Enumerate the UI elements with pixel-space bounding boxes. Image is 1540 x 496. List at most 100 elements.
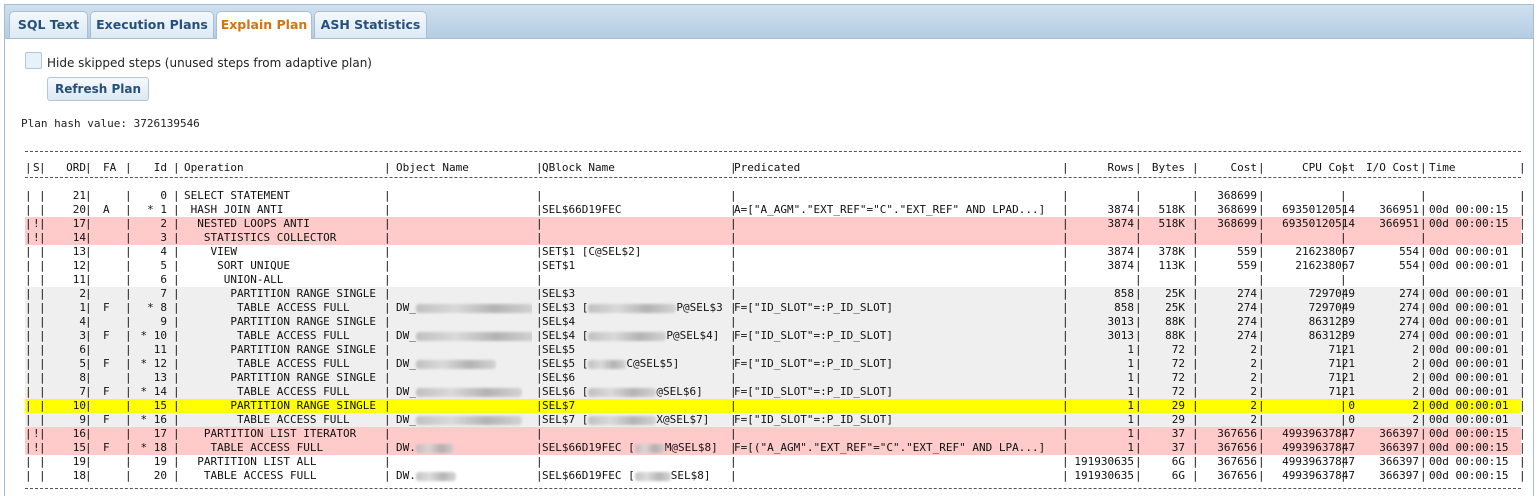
cell-cost: 2 <box>1250 385 1257 398</box>
plan-row[interactable]: | | | | | | | | | | | | | | |! 17 2 NESTED LOOPS ANTI 387… <box>25 217 1526 231</box>
cell-time: 00d 00:00:15 <box>1429 427 1509 440</box>
plan-row[interactable]: | | | | | | | | | | | | | | | 18 20 TABLE ACCESS FULL DW.… <box>25 469 1526 483</box>
cell-time: 00d 00:00:15 <box>1429 469 1509 482</box>
cell-bytes <box>1143 273 1185 287</box>
header-cost: Cost <box>1230 161 1258 174</box>
column-separator: | <box>1258 259 1265 272</box>
cell-time: 00d 00:00:15 <box>1429 217 1509 230</box>
cell-ord: 9 <box>79 413 86 426</box>
cell-operation: STATISTICS COLLECTOR <box>184 231 337 244</box>
cell-s <box>33 301 43 315</box>
plan-row[interactable]: | | | | | | | | | | | | | | | 19 19 PARTITION LIST ALL 19… <box>25 455 1526 469</box>
cell-ord: 5 <box>79 357 86 370</box>
plan-row[interactable]: | | | | | | | | | | | | | | | 9 F * 16 TABLE ACCESS FULL D… <box>25 413 1526 427</box>
cell-fa <box>103 399 121 413</box>
plan-row[interactable]: | | | | | | | | | | | | | | | 12 5 SORT UNIQUE SET$1 3874 1… <box>25 259 1526 273</box>
cell-id: 0 <box>160 189 167 202</box>
cell-id: 17 <box>153 427 167 440</box>
column-separator: | <box>1519 441 1526 454</box>
cell-predicated <box>734 287 1066 301</box>
cell-time: 00d 00:00:15 <box>1429 203 1509 216</box>
cell-ord: 15 <box>72 441 86 454</box>
column-separator: | <box>25 469 32 482</box>
tab-ash-statistics[interactable]: ASH Statistics <box>314 11 427 38</box>
cell-predicated <box>734 245 1066 259</box>
cell-cpu: 49939637847 <box>1282 455 1355 468</box>
cell-rows: 858 <box>1114 301 1134 314</box>
cell-object <box>396 273 532 287</box>
column-separator: | <box>25 315 32 328</box>
cell-id: * 14 <box>140 385 168 398</box>
redacted-mark <box>415 471 456 481</box>
plan-row[interactable]: | | | | | | | | | | | | | | | 7 F * 14 TABLE ACCESS FULL D… <box>25 385 1526 399</box>
plan-row[interactable]: | | | | | | | | | | | | | | | 21 0 SELECT STATEMENT 368699 <box>25 189 1526 203</box>
column-separator: | <box>1258 399 1265 412</box>
cell-object <box>396 259 532 273</box>
column-separator: | <box>1258 301 1265 314</box>
header-qblock: QBlock Name <box>542 161 615 174</box>
refresh-plan-button[interactable]: Refresh Plan <box>47 77 149 101</box>
cell-ord: 7 <box>79 385 86 398</box>
column-separator: | <box>25 371 32 384</box>
plan-row[interactable]: | | | | | | | | | | | | | | | 8 13 PARTITION RANGE SINGL… <box>25 371 1526 385</box>
cell-operation: SORT UNIQUE <box>184 259 290 272</box>
cell-cpu: 216238067 <box>1295 245 1355 258</box>
cell-bytes: 518K <box>1158 217 1186 230</box>
plan-row[interactable]: | | | | | | | | | | | | | | | 10 15 PARTITION RANGE SING… <box>25 399 1526 413</box>
hide-skipped-checkbox[interactable] <box>25 52 42 69</box>
tab-execution-plans[interactable]: Execution Plans <box>90 11 214 38</box>
column-separator: | <box>1135 441 1142 454</box>
cell-fa <box>103 455 121 469</box>
cell-operation: PARTITION RANGE SINGLE <box>184 343 377 356</box>
cell-rows: 3013 <box>1107 315 1135 328</box>
column-separator: | <box>1258 413 1265 426</box>
cell-id: 5 <box>160 259 167 272</box>
column-separator: | <box>1420 329 1427 342</box>
plan-row[interactable]: | | | | | | | | | | | | | | | 4 9 PARTITION RANGE SINGLE… <box>25 315 1526 329</box>
cell-cpu: 7121 <box>1328 357 1356 370</box>
plan-row[interactable]: | | | | | | | | | | | | | | |! 16 17 PARTITION LIST ITER… <box>25 427 1526 441</box>
cell-time: 00d 00:00:01 <box>1429 385 1509 398</box>
cell-bytes: 6G <box>1171 469 1185 482</box>
cell-predicated: F=["ID_SLOT"=:P_ID_SLOT] <box>734 301 893 314</box>
plan-row[interactable]: | | | | | | | | | | | | | | | 20 A * 1 HASH JOIN ANTI SEL$… <box>25 203 1526 217</box>
cell-operation: TABLE ACCESS FULL <box>184 413 350 426</box>
redacted-mark <box>588 331 667 341</box>
plan-row[interactable]: | | | | | | | | | | | | | | | 3 F * 10 TABLE ACCESS FULL D… <box>25 329 1526 343</box>
cell-cpu: 7121 <box>1328 385 1356 398</box>
column-separator: | <box>1258 371 1265 384</box>
cell-ord: 19 <box>72 455 86 468</box>
cell-cpu: 49939637847 <box>1282 441 1355 454</box>
column-separator: | <box>1420 371 1427 384</box>
plan-row[interactable]: | | | | | | | | | | | | | | | 13 4 VIEW SET$1 [C@SEL$2] 38… <box>25 245 1526 259</box>
redacted-mark <box>415 443 454 453</box>
plan-row[interactable]: | | | | | | | | | | | | | | | 6 11 PARTITION RANGE SINGL… <box>25 343 1526 357</box>
cell-cpu: 8631289 <box>1308 315 1355 328</box>
cell-ord: 20 <box>72 203 86 216</box>
plan-row[interactable]: | | | | | | | | | | | | | | | 5 F * 12 TABLE ACCESS FULL D… <box>25 357 1526 371</box>
plan-row[interactable]: | | | | | | | | | | | | | | |! 14 3 STATISTICS COLLECTOR <box>25 231 1526 245</box>
cell-rows: 1 <box>1127 441 1134 454</box>
cell-io: 366397 <box>1379 469 1419 482</box>
tab-explain-plan[interactable]: Explain Plan <box>216 11 312 39</box>
cell-predicated <box>734 217 1066 231</box>
column-separator: | <box>1420 273 1427 286</box>
column-separator: | <box>1135 189 1142 202</box>
cell-cost: 2 <box>1250 399 1257 412</box>
cell-rows: 858 <box>1114 287 1134 300</box>
plan-row[interactable]: | | | | | | | | | | | | | | |! 15 F * 18 TABLE ACCESS FUL… <box>25 441 1526 455</box>
cell-rows: 191930635 <box>1074 469 1134 482</box>
cell-rows: 3874 <box>1107 203 1135 216</box>
column-separator: | <box>173 413 180 426</box>
plan-row[interactable]: | | | | | | | | | | | | | | | 11 6 UNION-ALL <box>25 273 1526 287</box>
cell-cost: 274 <box>1237 329 1257 342</box>
cell-cpu <box>1267 189 1355 203</box>
column-separator: | <box>1420 203 1427 216</box>
plan-row[interactable]: | | | | | | | | | | | | | | | 2 7 PARTITION RANGE SINGLE… <box>25 287 1526 301</box>
tab-sql-text[interactable]: SQL Text <box>9 11 88 38</box>
plan-row[interactable]: | | | | | | | | | | | | | | | 1 F * 8 TABLE ACCESS FULL DW… <box>25 301 1526 315</box>
cell-time: 00d 00:00:01 <box>1429 343 1509 356</box>
header-time: Time <box>1429 161 1456 174</box>
cell-predicated <box>734 231 1066 245</box>
cell-io <box>1350 273 1419 287</box>
